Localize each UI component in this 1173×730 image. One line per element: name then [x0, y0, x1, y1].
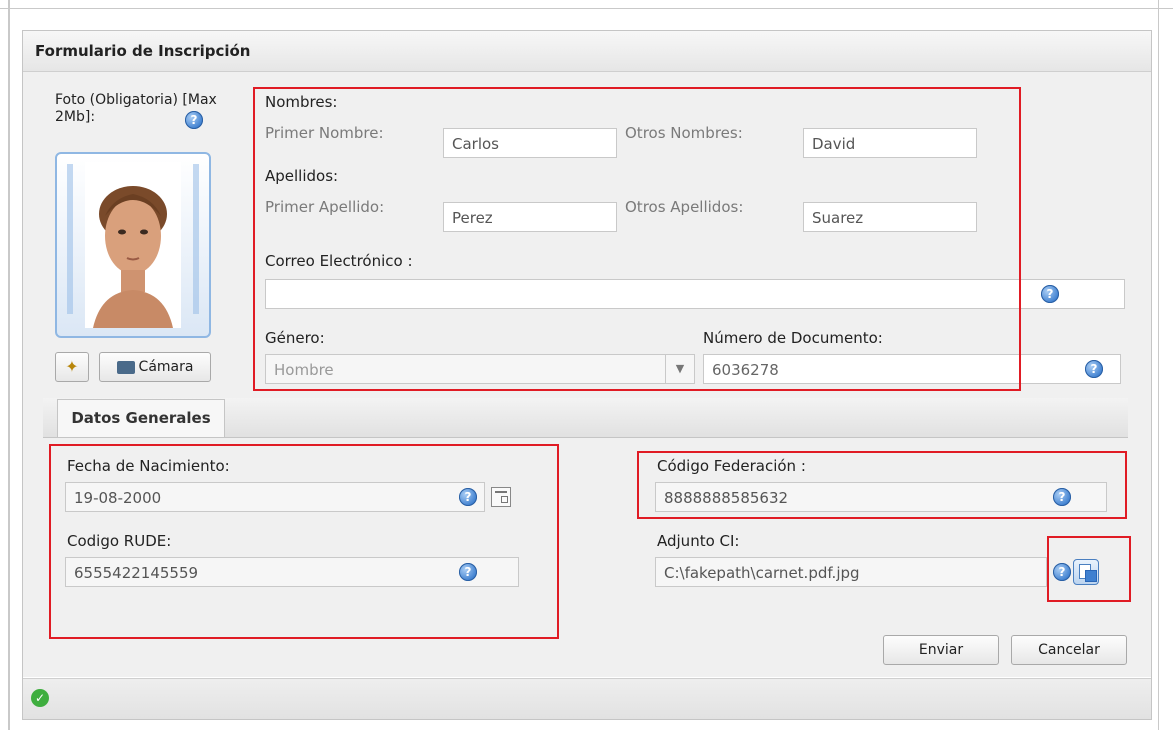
adjunto-input[interactable]: C:\fakepath\carnet.pdf.jpg [655, 557, 1047, 587]
correo-help-icon[interactable]: ? [1041, 285, 1059, 303]
cancel-button[interactable]: Cancelar [1011, 635, 1127, 665]
adjunto-label: Adjunto CI: [657, 532, 740, 550]
highlight-datos-generales [49, 444, 559, 639]
camera-button[interactable]: Cámara [99, 352, 211, 382]
dialog-statusbar: ✓ [23, 678, 1151, 719]
camera-button-label: Cámara [138, 359, 194, 375]
dialog-title: Formulario de Inscripción [35, 42, 251, 60]
dialog-body: Foto (Obligatoria) [Max 2Mb]: ? ✦ Cámara… [23, 72, 1151, 677]
highlight-personal-info [253, 87, 1021, 391]
photo-label: Foto (Obligatoria) [Max 2Mb]: [55, 92, 217, 125]
tab-datos-generales[interactable]: Datos Generales [57, 399, 225, 437]
status-ok-icon: ✓ [31, 689, 49, 707]
registration-dialog: Formulario de Inscripción Foto (Obligato… [22, 30, 1152, 720]
magic-wand-icon: ✦ [65, 357, 79, 376]
send-button[interactable]: Enviar [883, 635, 999, 665]
background-divider-top [0, 8, 1173, 9]
camera-icon [116, 360, 135, 374]
highlight-federacion [637, 451, 1127, 519]
magic-wand-button[interactable]: ✦ [55, 352, 89, 382]
highlight-attach-button [1047, 536, 1131, 602]
background-divider-right [1158, 0, 1159, 730]
background-divider-left [8, 0, 10, 730]
dialog-titlebar: Formulario de Inscripción [23, 31, 1151, 72]
documento-help-icon[interactable]: ? [1085, 360, 1103, 378]
photo-preview[interactable] [55, 152, 211, 338]
person-photo [67, 162, 199, 328]
photo-help-icon[interactable]: ? [185, 111, 203, 129]
